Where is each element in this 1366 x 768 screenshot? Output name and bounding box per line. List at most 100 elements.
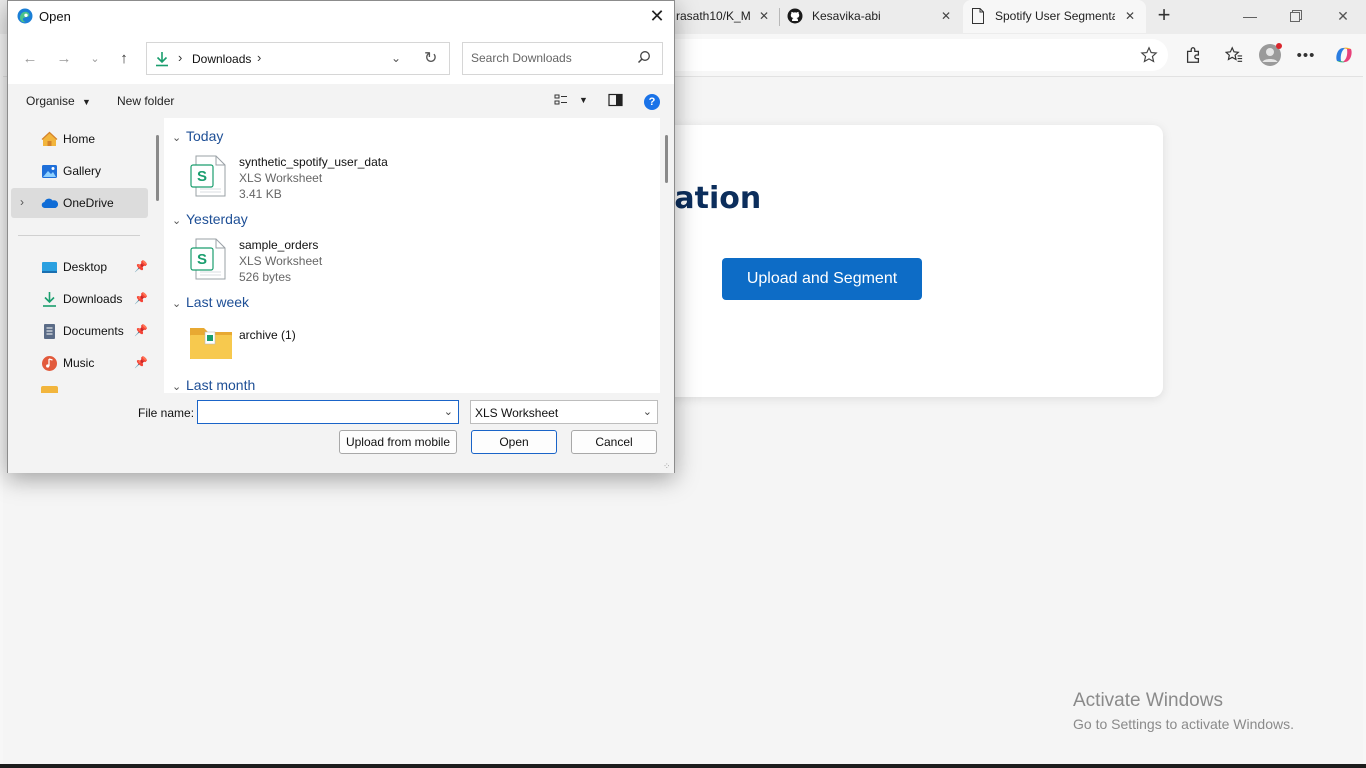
path-segment-downloads[interactable]: Downloads [192, 52, 251, 66]
dialog-navigation-bar: ← → ⌄ ↑ › Downloads › ⌄ ↻ [8, 32, 674, 84]
group-header-last-month[interactable]: ⌄ Last month [172, 377, 255, 393]
sidebar-item-gallery[interactable]: Gallery [8, 156, 148, 186]
dialog-title: Open [39, 9, 71, 24]
watermark-subtitle: Go to Settings to activate Windows. [1073, 716, 1294, 732]
recent-locations-chevron-icon[interactable]: ⌄ [85, 50, 105, 68]
close-dialog-icon[interactable]: ✕ [646, 5, 668, 27]
copilot-icon[interactable] [1332, 43, 1356, 67]
tab-kesavika[interactable]: Kesavika-abi ✕ [780, 0, 962, 33]
favorites-icon[interactable] [1222, 43, 1246, 67]
pin-icon[interactable]: 📌 [134, 356, 148, 369]
resize-grip-icon[interactable]: ⁘ [663, 462, 671, 471]
navigation-pane: Home Gallery › OneDrive Desktop 📌 Downlo… [8, 118, 155, 393]
group-header-yesterday[interactable]: ⌄ Yesterday [172, 211, 248, 227]
tab-title: rasath10/K_M [676, 9, 751, 23]
home-icon [41, 131, 58, 146]
folder-name: archive (1) [239, 328, 296, 342]
downloads-icon [156, 52, 168, 67]
close-tab-icon[interactable]: ✕ [1122, 8, 1138, 24]
taskbar-edge [0, 764, 1366, 768]
sidebar-item-partial-folder[interactable] [41, 386, 58, 393]
chevron-down-icon[interactable]: ⌄ [444, 405, 453, 418]
sidebar-item-desktop[interactable]: Desktop 📌 [8, 252, 148, 282]
sidebar-item-label: Music [63, 356, 95, 370]
collapse-chevron-icon[interactable]: ⌄ [172, 380, 186, 393]
new-tab-button[interactable]: + [1152, 4, 1176, 27]
new-folder-button[interactable]: New folder [117, 94, 174, 108]
forward-arrow-icon[interactable]: → [54, 50, 74, 68]
group-label: Last week [186, 294, 250, 310]
help-icon[interactable]: ? [644, 94, 660, 110]
profile-avatar-icon[interactable] [1258, 43, 1282, 67]
close-tab-icon[interactable]: ✕ [756, 8, 772, 24]
upload-and-segment-button[interactable]: Upload and Segment [722, 258, 922, 300]
spreadsheet-icon: S [190, 155, 226, 197]
sidebar-item-downloads[interactable]: Downloads 📌 [8, 284, 148, 314]
path-history-dropdown-icon[interactable]: ⌄ [391, 51, 401, 65]
search-input[interactable] [471, 51, 631, 65]
file-list-scrollbar[interactable] [665, 135, 668, 183]
file-type: XLS Worksheet [239, 254, 323, 268]
sidebar-item-onedrive[interactable]: › OneDrive [11, 188, 148, 218]
file-type-value: XLS Worksheet [475, 406, 559, 420]
search-box[interactable] [462, 42, 663, 75]
sidebar-item-label: Home [63, 132, 96, 146]
group-label: Last month [186, 377, 256, 393]
up-arrow-icon[interactable]: ↑ [114, 50, 134, 68]
favorite-star-icon[interactable] [1140, 46, 1158, 64]
view-options-icon[interactable] [554, 93, 568, 110]
file-name-input[interactable] [202, 404, 436, 418]
pin-icon[interactable]: 📌 [134, 324, 148, 337]
sidebar-item-label: Gallery [63, 164, 102, 178]
group-header-last-week[interactable]: ⌄ Last week [172, 294, 249, 310]
address-path-box[interactable]: › Downloads › ⌄ ↻ [146, 42, 450, 75]
collapse-chevron-icon[interactable]: ⌄ [172, 297, 186, 310]
search-icon[interactable] [637, 50, 651, 64]
pin-icon[interactable]: 📌 [134, 260, 148, 273]
close-window-icon[interactable]: ✕ [1332, 6, 1354, 26]
sidebar-item-music[interactable]: Music 📌 [8, 348, 148, 378]
tab-spotify-segmentation[interactable]: Spotify User Segmenta ✕ [963, 0, 1146, 33]
spreadsheet-icon: S [190, 238, 226, 280]
expand-chevron-icon[interactable]: › [20, 195, 24, 209]
close-tab-icon[interactable]: ✕ [938, 8, 954, 24]
path-chevron-icon[interactable]: › [257, 50, 261, 65]
folder-item[interactable]: archive (1) [188, 324, 488, 370]
sidebar-scrollbar[interactable] [156, 135, 159, 201]
file-item[interactable]: S sample_orders XLS Worksheet 526 bytes [188, 238, 488, 284]
preview-pane-icon[interactable] [608, 93, 623, 110]
minimize-icon[interactable]: — [1239, 6, 1261, 26]
file-name-combobox[interactable]: ⌄ [197, 400, 459, 424]
documents-icon [44, 324, 55, 339]
file-size: 3.41 KB [239, 187, 282, 201]
organise-menu[interactable]: Organise ▼ [26, 94, 91, 108]
more-options-icon[interactable]: ••• [1294, 43, 1318, 67]
file-type: XLS Worksheet [239, 171, 323, 185]
refresh-icon[interactable]: ↻ [424, 48, 437, 68]
group-header-today[interactable]: ⌄ Today [172, 128, 223, 144]
collapse-chevron-icon[interactable]: ⌄ [172, 214, 186, 227]
desktop-icon [42, 262, 57, 273]
tab-github-repo[interactable]: rasath10/K_M ✕ [668, 0, 780, 33]
open-button[interactable]: Open [471, 430, 557, 454]
pin-icon[interactable]: 📌 [134, 292, 148, 305]
collapse-chevron-icon[interactable]: ⌄ [172, 131, 186, 144]
upload-from-mobile-button[interactable]: Upload from mobile [339, 430, 457, 454]
file-list: ⌄ Today S synthetic_spotify_user_data XLS… [164, 118, 660, 393]
watermark-title: Activate Windows [1073, 690, 1223, 711]
music-icon [42, 356, 57, 371]
extensions-icon[interactable] [1181, 43, 1205, 67]
dialog-bottom-bar: File name: ⌄ XLS Worksheet ⌄ Upload from… [8, 393, 674, 473]
file-item[interactable]: S synthetic_spotify_user_data XLS Worksh… [188, 155, 488, 201]
chevron-down-icon[interactable]: ⌄ [643, 405, 652, 418]
view-dropdown-icon[interactable]: ▼ [579, 95, 588, 105]
cancel-button[interactable]: Cancel [571, 430, 657, 454]
tab-title: Kesavika-abi [812, 9, 881, 23]
sidebar-item-home[interactable]: Home [8, 124, 148, 154]
path-chevron-icon[interactable]: › [178, 50, 182, 65]
sidebar-divider [18, 235, 140, 236]
file-type-select[interactable]: XLS Worksheet ⌄ [470, 400, 658, 424]
back-arrow-icon[interactable]: ← [20, 50, 40, 68]
sidebar-item-documents[interactable]: Documents 📌 [8, 316, 148, 346]
restore-icon[interactable] [1285, 6, 1307, 26]
